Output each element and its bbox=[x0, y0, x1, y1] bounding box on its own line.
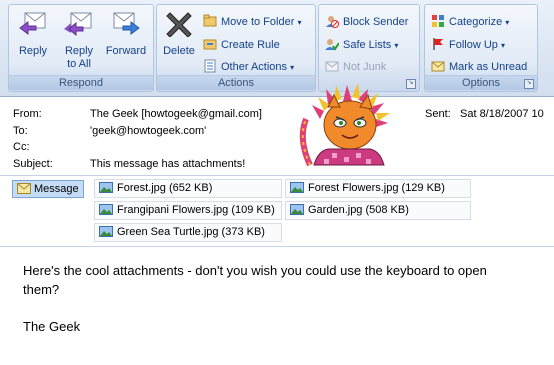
sent-value: Sat 8/18/2007 10 bbox=[460, 108, 544, 120]
junk-dialog-launcher-icon[interactable]: ↘ bbox=[406, 79, 416, 89]
block-sender-icon bbox=[326, 16, 339, 28]
options-group: Categorize ▾ Follow Up ▾ Mark as Unread … bbox=[424, 4, 538, 92]
message-header: From: The Geek [howtogeek@gmail.com] To:… bbox=[0, 83, 554, 175]
attachment-item[interactable]: Green Sea Turtle.jpg (373 KB) bbox=[94, 223, 282, 242]
move-to-folder-button[interactable]: Move to Folder ▾ bbox=[203, 13, 301, 31]
body-line-1: Here's the cool attachments - don't you … bbox=[23, 263, 487, 278]
delete-label: Delete bbox=[163, 45, 195, 57]
from-label: From: bbox=[13, 108, 42, 120]
chevron-down-icon: ▾ bbox=[290, 63, 295, 72]
create-rule-label: Create Rule bbox=[221, 39, 280, 51]
reply-icon bbox=[19, 12, 46, 35]
attachment-item[interactable]: Frangipani Flowers.jpg (109 KB) bbox=[94, 201, 282, 220]
follow-up-flag-icon bbox=[433, 38, 443, 50]
message-tab[interactable]: Message bbox=[12, 180, 84, 198]
subject-label: Subject: bbox=[13, 158, 53, 170]
safe-lists-label: Safe Lists bbox=[343, 39, 392, 51]
attachment-name: Green Sea Turtle.jpg (373 KB) bbox=[117, 226, 265, 238]
forward-label: Forward bbox=[105, 45, 147, 57]
chevron-down-icon: ▾ bbox=[297, 18, 302, 27]
attachment-name: Forest Flowers.jpg (129 KB) bbox=[308, 182, 445, 194]
reply-all-icon bbox=[64, 12, 92, 37]
block-sender-button[interactable]: Block Sender bbox=[325, 13, 408, 31]
follow-up-button[interactable]: Follow Up ▾ bbox=[431, 36, 505, 54]
attachment-bar: Message Forest.jpg (652 KB) Forest Flowe… bbox=[0, 175, 554, 246]
create-rule-button[interactable]: Create Rule bbox=[203, 36, 280, 54]
attachment-item[interactable]: Forest.jpg (652 KB) bbox=[94, 179, 282, 198]
chevron-down-icon: ▾ bbox=[500, 41, 505, 50]
attachment-item[interactable]: Forest Flowers.jpg (129 KB) bbox=[285, 179, 471, 198]
geek-cat-mascot-icon bbox=[299, 83, 390, 167]
body-line-2: them? bbox=[23, 282, 60, 297]
attachment-name: Garden.jpg (508 KB) bbox=[308, 204, 409, 216]
block-sender-label: Block Sender bbox=[343, 16, 409, 28]
envelope-icon bbox=[17, 183, 31, 194]
chevron-down-icon: ▾ bbox=[394, 41, 399, 50]
reply-all-button[interactable]: Reply to All bbox=[59, 9, 99, 71]
mark-as-unread-icon bbox=[431, 61, 445, 72]
delete-icon bbox=[166, 12, 192, 38]
image-file-icon bbox=[99, 182, 113, 193]
options-dialog-launcher-icon[interactable]: ↘ bbox=[524, 79, 534, 89]
safe-lists-icon bbox=[325, 39, 339, 51]
other-actions-button[interactable]: Other Actions ▾ bbox=[203, 58, 294, 76]
reply-button[interactable]: Reply bbox=[13, 9, 53, 58]
other-actions-label: Other Actions bbox=[221, 61, 288, 73]
follow-up-label: Follow Up bbox=[449, 39, 498, 51]
categorize-button[interactable]: Categorize ▾ bbox=[431, 13, 509, 31]
image-file-icon bbox=[99, 226, 113, 237]
cc-label: Cc: bbox=[13, 141, 30, 153]
message-body[interactable]: Here's the cool attachments - don't you … bbox=[0, 246, 554, 365]
forward-button[interactable]: Forward bbox=[101, 9, 151, 58]
body-signature: The Geek bbox=[23, 319, 81, 334]
mark-as-unread-button[interactable]: Mark as Unread bbox=[431, 58, 527, 76]
respond-group-label: Respond bbox=[9, 75, 153, 90]
chevron-down-icon: ▾ bbox=[505, 18, 510, 27]
to-label: To: bbox=[13, 125, 28, 137]
attachment-item[interactable]: Garden.jpg (508 KB) bbox=[285, 201, 471, 220]
message-tab-label: Message bbox=[34, 183, 79, 195]
other-actions-icon bbox=[204, 59, 216, 73]
image-file-icon bbox=[290, 182, 304, 193]
mark-as-unread-label: Mark as Unread bbox=[449, 61, 528, 73]
respond-group: Reply Reply to All Forward Respond bbox=[8, 4, 154, 92]
delete-button[interactable]: Delete bbox=[159, 9, 199, 58]
move-to-folder-icon bbox=[203, 14, 217, 27]
sent-label: Sent: bbox=[425, 108, 451, 120]
move-to-folder-label: Move to Folder bbox=[221, 16, 295, 28]
reply-label: Reply bbox=[18, 45, 48, 57]
categorize-label: Categorize bbox=[449, 16, 503, 28]
categorize-icon bbox=[432, 15, 444, 27]
image-file-icon bbox=[99, 204, 113, 215]
attachment-name: Forest.jpg (652 KB) bbox=[117, 182, 213, 194]
not-junk-button[interactable]: Not Junk bbox=[325, 58, 386, 76]
options-group-label: Options bbox=[425, 75, 537, 90]
forward-icon bbox=[113, 12, 140, 35]
not-junk-label: Not Junk bbox=[343, 61, 387, 73]
reply-all-label-line2: to All bbox=[67, 58, 91, 70]
create-rule-icon bbox=[203, 39, 217, 50]
to-value[interactable]: 'geek@howtogeek.com' bbox=[90, 125, 206, 137]
subject-value: This message has attachments! bbox=[90, 158, 246, 170]
attachment-name: Frangipani Flowers.jpg (109 KB) bbox=[117, 204, 275, 216]
from-value[interactable]: The Geek [howtogeek@gmail.com] bbox=[90, 108, 262, 120]
not-junk-icon bbox=[325, 61, 339, 72]
safe-lists-button[interactable]: Safe Lists ▾ bbox=[325, 36, 398, 54]
reply-all-label-line1: Reply bbox=[64, 45, 94, 57]
ribbon: Reply Reply to All Forward Respond Delet… bbox=[0, 0, 554, 97]
image-file-icon bbox=[290, 204, 304, 215]
